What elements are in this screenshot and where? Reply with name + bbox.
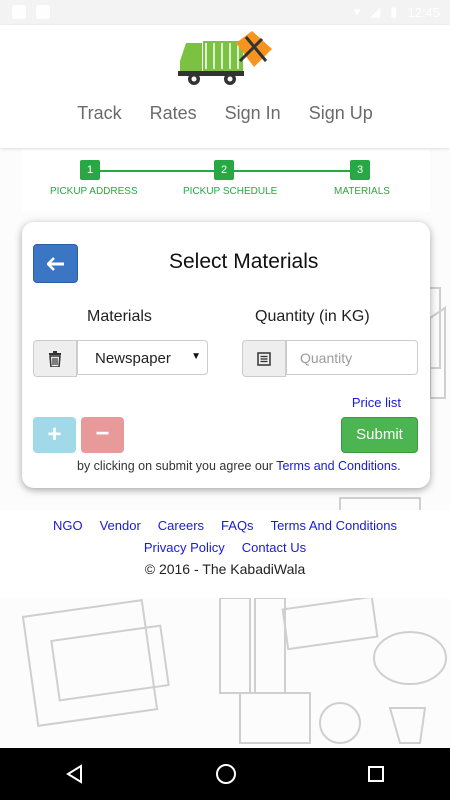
header: Track Rates Sign In Sign Up [0,25,450,148]
recents-square-icon[interactable] [366,764,386,784]
quantity-input[interactable] [286,340,418,375]
step-3-number: 3 [350,160,370,180]
copyright: © 2016 - The KabadiWala [144,561,306,577]
nav-sign-in[interactable]: Sign In [225,103,281,124]
footer-link-faqs[interactable]: FAQs [221,518,254,533]
terms-link[interactable]: Terms and Conditions. [276,459,400,473]
footer: NGO Vendor Careers FAQs Terms And Condit… [0,510,450,598]
top-nav: Track Rates Sign In Sign Up [0,103,450,124]
step-2-number: 2 [214,160,234,180]
agree-text: by clicking on submit you agree our [77,459,273,473]
trash-icon [49,350,61,367]
footer-links-row-1: NGO Vendor Careers FAQs Terms And Condit… [0,518,450,533]
back-triangle-icon[interactable] [64,763,86,785]
chevron-down-icon: ▼ [191,351,201,362]
step-connector [234,170,350,172]
android-nav-bar [0,748,450,800]
footer-link-ngo[interactable]: NGO [53,518,83,533]
material-select-value: Newspaper [95,350,171,367]
add-material-button[interactable]: + [33,417,76,453]
back-button[interactable] [33,244,78,283]
footer-link-contact[interactable]: Contact Us [242,540,306,555]
step-3-label: MATERIALS [334,186,390,197]
trash-addon[interactable] [33,340,77,377]
step-connector [100,170,214,172]
remove-material-button[interactable]: − [81,417,124,453]
status-bar: ▾ ◢ ▮ 12:45 [0,0,450,25]
step-2-label: PICKUP SCHEDULE [183,186,278,197]
materials-label: Materials [87,308,152,325]
list-icon [257,351,271,366]
signal-icon: ◢ [370,4,381,19]
terms-notice: by clicking on submit you agree our Term… [77,459,401,473]
quantity-label: Quantity (in KG) [255,308,370,325]
price-list-link[interactable]: Price list [352,395,401,410]
kabadiwala-logo[interactable] [176,31,274,89]
progress-stepper: 1 2 3 PICKUP ADDRESS PICKUP SCHEDULE MAT… [22,150,430,212]
footer-link-vendor[interactable]: Vendor [100,518,141,533]
arrow-left-icon [46,256,64,271]
nav-rates[interactable]: Rates [150,103,197,124]
notification-icon [36,5,50,19]
battery-icon: ▮ [390,4,398,19]
list-addon [242,340,286,377]
submit-button[interactable]: Submit [341,417,418,453]
notification-icon [12,5,26,19]
home-circle-icon[interactable] [214,762,238,786]
footer-link-careers[interactable]: Careers [158,518,204,533]
nav-track[interactable]: Track [77,103,121,124]
footer-link-terms[interactable]: Terms And Conditions [271,518,397,533]
select-materials-card: Select Materials Materials Quantity (in … [22,222,430,488]
step-1-number: 1 [80,160,100,180]
card-title: Select Materials [169,250,319,273]
nav-sign-up[interactable]: Sign Up [309,103,373,124]
footer-link-privacy[interactable]: Privacy Policy [144,540,225,555]
material-select[interactable]: Newspaper ▼ [77,340,208,375]
footer-links-row-2: Privacy Policy Contact Us [0,540,450,555]
step-1-label: PICKUP ADDRESS [50,186,138,197]
wifi-icon: ▾ [353,4,361,19]
clock: 12:45 [407,4,440,20]
